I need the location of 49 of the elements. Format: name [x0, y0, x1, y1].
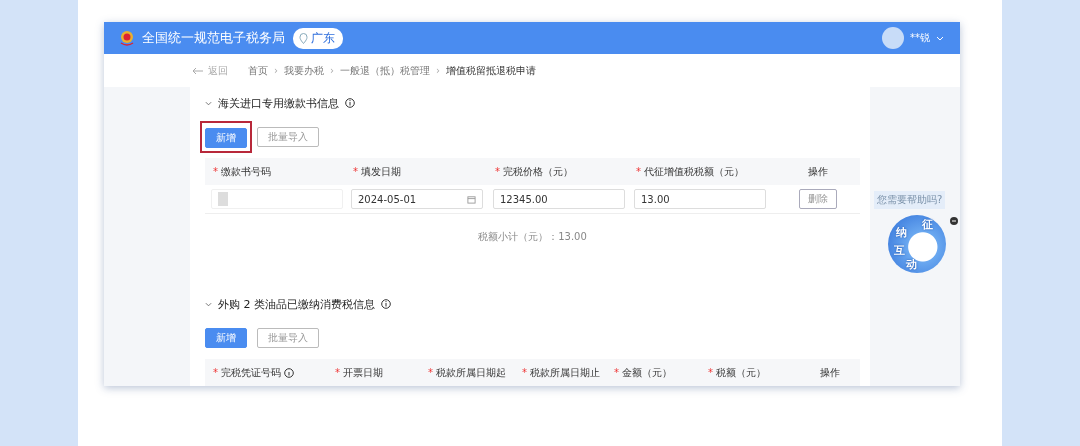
emblem-icon: [118, 29, 136, 47]
column-header: * 税款所属日期起: [427, 365, 507, 380]
chevron-icon[interactable]: [205, 100, 212, 106]
column-header: * 税额（元）: [707, 365, 767, 380]
minimize-icon[interactable]: [950, 217, 958, 225]
amount-input[interactable]: 13.00: [634, 189, 766, 209]
amount-input[interactable]: 12345.00: [493, 189, 625, 209]
add-button[interactable]: 新增: [205, 328, 247, 348]
import-button[interactable]: 批量导入: [257, 328, 319, 348]
user-name[interactable]: **锐: [910, 31, 930, 45]
info-icon[interactable]: [345, 98, 355, 108]
breadcrumb-separator: ›: [330, 65, 334, 76]
breadcrumb-item[interactable]: 我要办税: [284, 63, 324, 78]
calendar-icon: [467, 194, 476, 204]
column-header: * 税款所属日期止: [521, 365, 601, 380]
section-title: 海关进口专用缴款书信息: [218, 95, 339, 111]
breadcrumb-item[interactable]: 一般退（抵）税管理: [340, 63, 430, 78]
assistant-badge[interactable]: 征 纳 互 动: [888, 215, 946, 273]
breadcrumb-item[interactable]: 增值税留抵退税申请: [446, 63, 536, 78]
help-bubble[interactable]: 您需要帮助吗?: [874, 191, 946, 209]
column-header: * 填发日期: [352, 164, 402, 179]
date-input[interactable]: 2024-05-01: [351, 189, 483, 209]
back-link[interactable]: 返回: [192, 63, 228, 78]
column-header: 操作: [819, 365, 841, 380]
breadcrumb-item[interactable]: 首页: [248, 63, 268, 78]
column-header: * 金额（元）: [613, 365, 673, 380]
add-button[interactable]: 新增: [205, 128, 247, 148]
column-header: * 完税凭证号码: [205, 365, 327, 380]
chevron-icon[interactable]: [205, 301, 212, 307]
number-input[interactable]: [211, 189, 343, 209]
column-header: 操作: [806, 164, 829, 179]
info-icon[interactable]: [284, 367, 294, 378]
import-button[interactable]: 批量导入: [257, 127, 319, 147]
location-pin-icon: [299, 32, 308, 44]
column-header: * 开票日期: [334, 365, 384, 380]
column-header: * 缴款书号码: [212, 164, 272, 179]
caret-icon[interactable]: [936, 35, 944, 41]
arrow-left-icon: [192, 66, 204, 75]
subtotal-text: 税额小计（元）：13.00: [477, 230, 588, 244]
breadcrumb-separator: ›: [436, 65, 440, 76]
avatar-circle[interactable]: [882, 27, 904, 49]
delete-button[interactable]: 删除: [798, 189, 837, 209]
region-selector[interactable]: 广东: [293, 27, 343, 49]
column-header: * 代征增值税税额（元）: [635, 164, 745, 179]
column-header: * 完税价格（元）: [494, 164, 574, 179]
info-icon[interactable]: [381, 299, 391, 309]
section-title: 外购 2 类油品已缴纳消费税信息: [218, 296, 375, 312]
breadcrumb-separator: ›: [274, 65, 278, 76]
site-title: 全国统一规范电子税务局: [142, 29, 285, 47]
